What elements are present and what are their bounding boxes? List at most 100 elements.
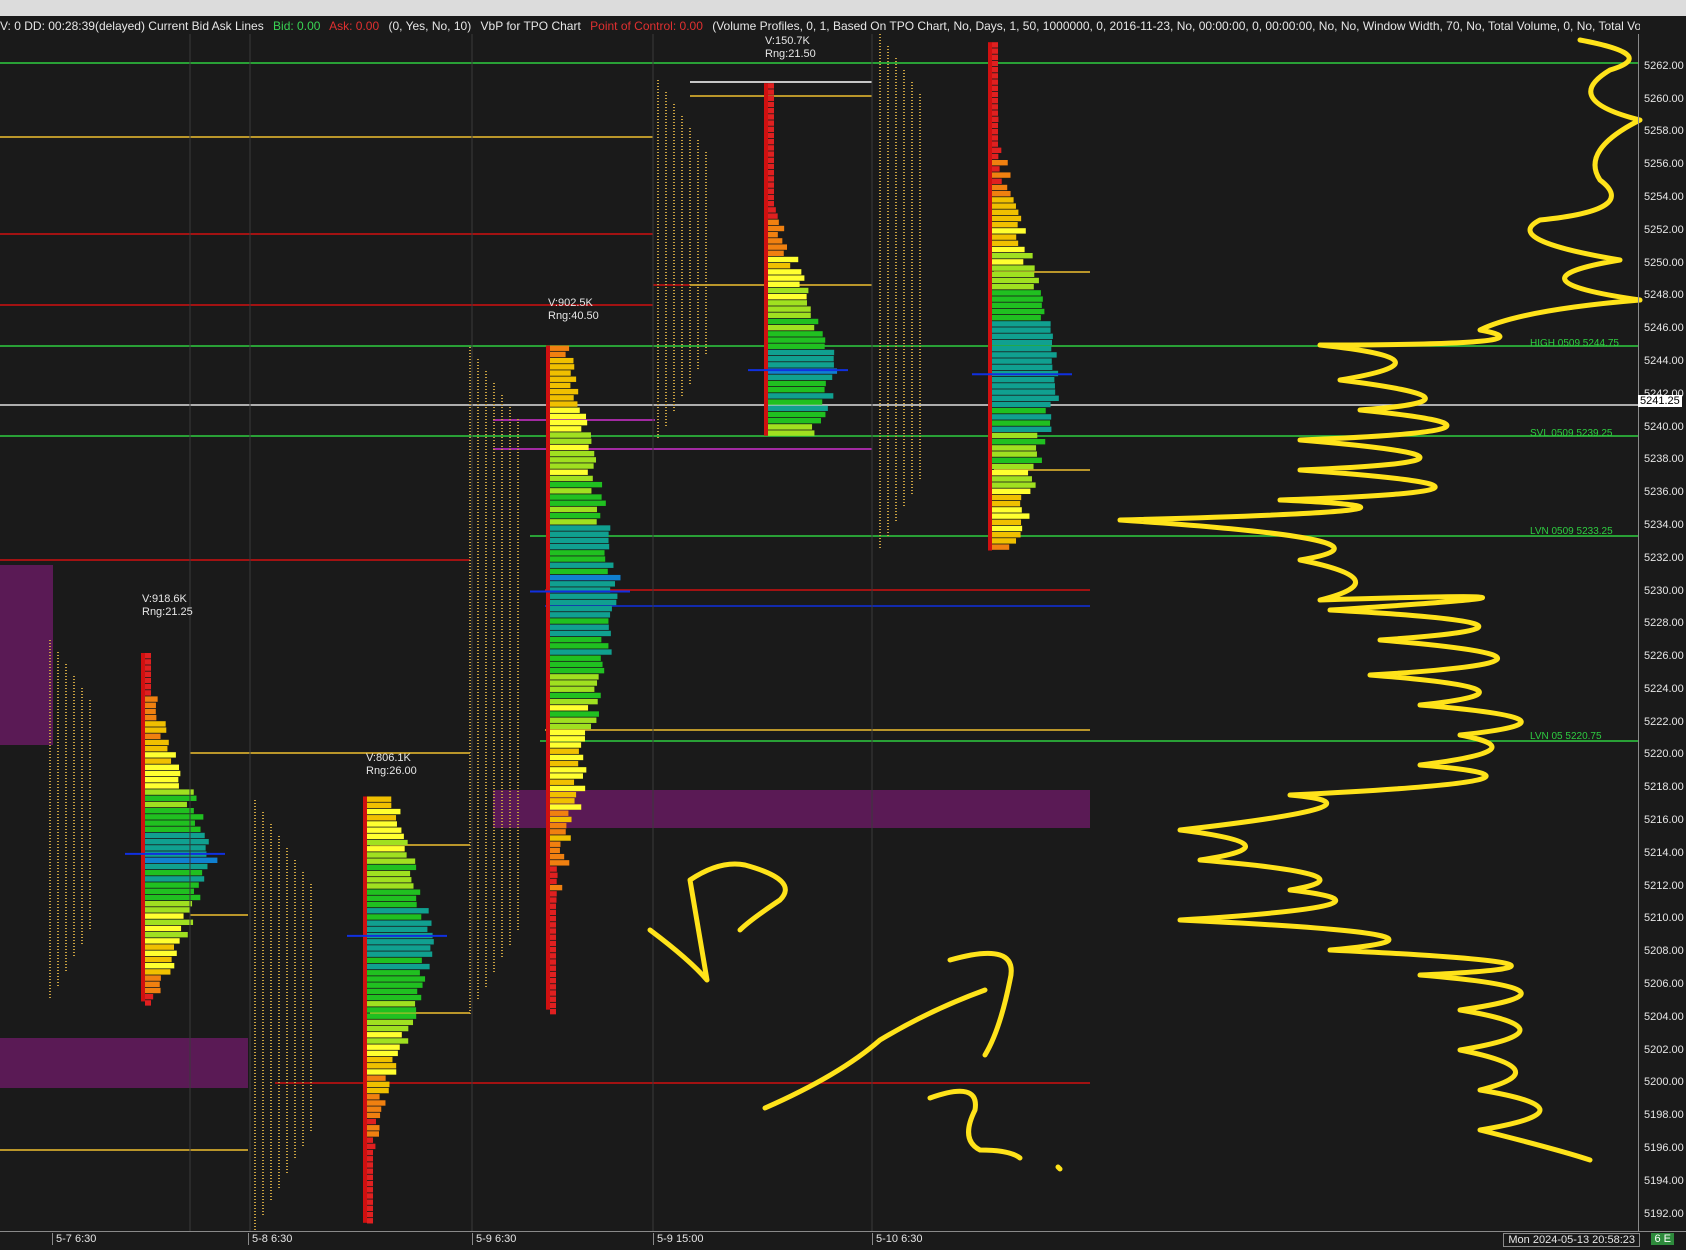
level-label: LVN 05 5220.75 bbox=[1530, 731, 1602, 743]
profile-bar bbox=[145, 690, 151, 696]
profile-bar bbox=[550, 655, 601, 661]
profile-bar bbox=[550, 922, 556, 928]
profile-bar bbox=[768, 343, 825, 349]
profile-bar bbox=[768, 349, 835, 356]
profile-bar bbox=[992, 544, 1010, 550]
profile-bar bbox=[367, 1069, 397, 1075]
profile-bar bbox=[367, 926, 428, 933]
session-stats: V:150.7K Rng:21.50 bbox=[765, 35, 816, 61]
session-volume: V:150.7K bbox=[765, 35, 810, 47]
time-label: 5-9 15:00 bbox=[653, 1233, 706, 1245]
profile-bar bbox=[145, 876, 205, 882]
profile-bar bbox=[145, 770, 181, 777]
profile-bar bbox=[145, 739, 169, 746]
profile-bar bbox=[550, 829, 566, 835]
profile-bar bbox=[768, 417, 821, 424]
profile-bar bbox=[367, 994, 422, 1001]
profile-bar bbox=[550, 760, 579, 767]
profile-bar bbox=[992, 333, 1053, 339]
profile-bar bbox=[550, 990, 556, 996]
session-range: Rng:21.25 bbox=[142, 606, 193, 618]
profile-bar bbox=[992, 172, 1011, 178]
profile-bar bbox=[550, 816, 572, 823]
profile-bar bbox=[768, 176, 774, 182]
profile-bar bbox=[145, 795, 197, 801]
profile-bar bbox=[768, 380, 826, 387]
profile-bar bbox=[768, 405, 828, 411]
profile-bar bbox=[992, 141, 998, 147]
profile-bar bbox=[992, 265, 1035, 271]
profile-bar bbox=[367, 1044, 400, 1050]
profile-bar bbox=[768, 262, 791, 269]
profile-bar bbox=[550, 593, 618, 599]
profile-bar bbox=[367, 802, 392, 809]
profile-bar bbox=[768, 386, 825, 393]
profile-bar bbox=[992, 290, 1041, 296]
profile-bar bbox=[145, 652, 151, 659]
profile-bar bbox=[992, 308, 1045, 315]
profile-bar bbox=[367, 808, 401, 815]
session-range: Rng:26.00 bbox=[366, 765, 417, 777]
profile-bar bbox=[550, 903, 556, 909]
session-stats: V:902.5K Rng:40.50 bbox=[548, 297, 599, 323]
profile-bar bbox=[367, 839, 408, 846]
profile-bar bbox=[550, 438, 592, 444]
level-label: HIGH 0509 5244.75 bbox=[1530, 337, 1619, 349]
profile-bar bbox=[768, 89, 774, 95]
profile-bar bbox=[992, 494, 1022, 501]
profile-bar bbox=[768, 138, 774, 145]
profile-bar bbox=[550, 872, 558, 878]
y-tick-label: 5208.00 bbox=[1644, 945, 1684, 958]
profile-bar bbox=[550, 798, 575, 804]
profile-bar bbox=[367, 951, 433, 957]
profile-bar bbox=[367, 1081, 390, 1088]
profile-bar bbox=[992, 166, 1000, 172]
profile-bar bbox=[145, 869, 203, 876]
symbol-badge[interactable]: 6 E bbox=[1651, 1233, 1674, 1245]
profile-bar bbox=[768, 355, 834, 362]
profile-bar bbox=[550, 711, 599, 717]
profile-bar bbox=[550, 605, 612, 612]
session-volume: V:918.6K bbox=[142, 593, 187, 605]
profile-bar bbox=[992, 414, 1052, 420]
profile-bar bbox=[550, 419, 588, 426]
profile-bar bbox=[992, 116, 999, 122]
session-volume: V:902.5K bbox=[548, 297, 593, 309]
profile-bar bbox=[992, 296, 1043, 302]
profile-bar bbox=[145, 783, 179, 789]
profile-bar bbox=[550, 791, 577, 798]
profile-bar bbox=[768, 293, 807, 300]
profile-bar bbox=[550, 457, 597, 463]
profile-bar bbox=[550, 494, 602, 500]
profile-bar bbox=[768, 424, 813, 430]
profile-bar bbox=[550, 928, 556, 934]
profile-bar bbox=[992, 358, 1052, 364]
profile-bar bbox=[992, 519, 1022, 525]
profile-bar bbox=[367, 846, 405, 852]
chart-area[interactable]: V: 0 DD: 00:28:39(delayed) Current Bid A… bbox=[0, 0, 1686, 1250]
profile-bar bbox=[367, 1106, 382, 1112]
profile-bar bbox=[550, 624, 609, 630]
y-tick-label: 5206.00 bbox=[1644, 978, 1684, 991]
profile-bar bbox=[550, 940, 556, 947]
profile-bar bbox=[550, 382, 571, 389]
profile-bar bbox=[367, 852, 407, 858]
profile-bar bbox=[367, 1118, 376, 1125]
profile-bar bbox=[550, 692, 601, 699]
profile-bar bbox=[145, 683, 151, 690]
profile-bar bbox=[367, 889, 421, 895]
profile-bar bbox=[550, 550, 605, 556]
zone-2 bbox=[493, 790, 1090, 828]
profile-bar bbox=[768, 163, 774, 170]
profile-bar bbox=[367, 1100, 386, 1106]
profile-bar bbox=[145, 981, 160, 987]
profile-bar bbox=[992, 376, 1055, 383]
profile-bar bbox=[550, 618, 609, 624]
y-tick-label: 5234.00 bbox=[1644, 518, 1684, 531]
profile-bar bbox=[550, 543, 610, 550]
profile-bar bbox=[367, 1112, 381, 1119]
profile-bar bbox=[992, 339, 1053, 346]
profile-bar bbox=[550, 599, 617, 606]
plot-svg[interactable] bbox=[0, 0, 1686, 1249]
y-tick-label: 5238.00 bbox=[1644, 453, 1684, 466]
